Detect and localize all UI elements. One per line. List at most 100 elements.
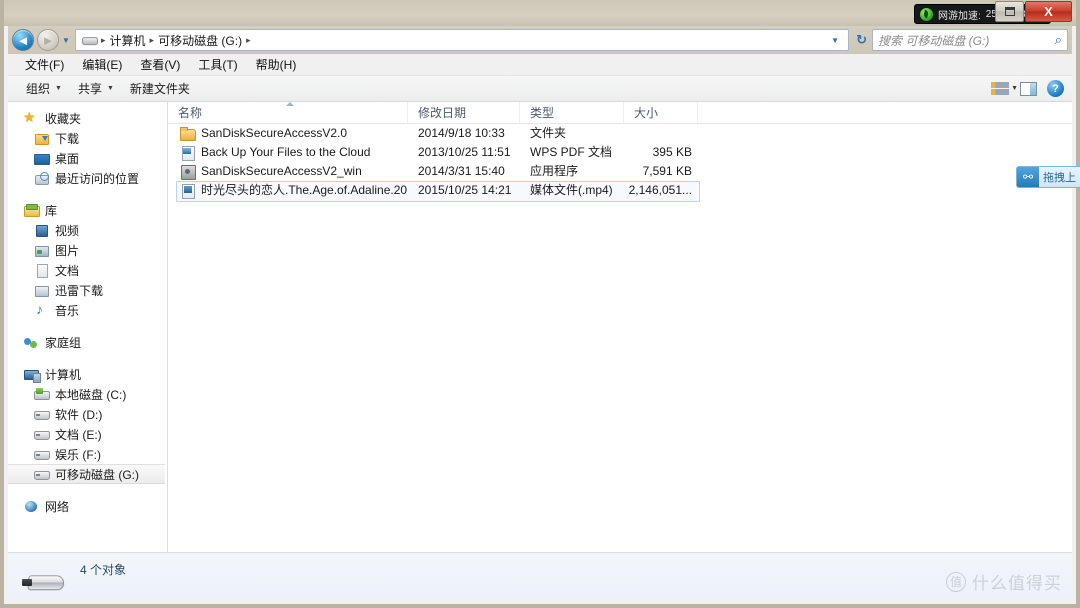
cell-date: 2014/3/31 15:40 [418, 164, 505, 178]
cell-type: WPS PDF 文档 [530, 145, 613, 159]
table-row[interactable]: SanDiskSecureAccessV2_win 2014/3/31 15:40… [168, 162, 1072, 181]
drag-upload-icon[interactable]: ⚯ [1017, 167, 1039, 187]
downloads-folder-icon [34, 131, 49, 146]
search-icon[interactable]: ⌕ [1055, 32, 1062, 48]
sidebar-group-网络[interactable]: 网络 [8, 496, 167, 516]
search-box[interactable]: 搜索 可移动磁盘 (G:) ⌕ [872, 29, 1068, 51]
table-row[interactable]: 时光尽头的恋人.The.Age.of.Adaline.20... 2015/10/… [168, 181, 1072, 202]
breadcrumb-separator-2[interactable]: ▸ [245, 35, 252, 46]
menu-item[interactable]: 查看(V) [131, 54, 189, 76]
file-name-label: SanDiskSecureAccessV2_win [201, 164, 362, 178]
column-header-类型[interactable]: 类型 [520, 102, 624, 123]
close-button[interactable]: X [1025, 1, 1072, 22]
file-name-label: SanDiskSecureAccessV2.0 [201, 126, 348, 140]
sidebar-item-可移动磁盘 (G:)[interactable]: 可移动磁盘 (G:) [8, 464, 165, 484]
help-icon[interactable]: ? [1047, 80, 1064, 97]
breadcrumb-item-computer[interactable]: 计算机 [107, 32, 149, 49]
sidebar-item-文档 (E:)[interactable]: 文档 (E:) [8, 424, 167, 444]
sidebar-item-label: 软件 (D:) [55, 407, 103, 422]
breadcrumb-item-removable-disk[interactable]: 可移动磁盘 (G:) [155, 32, 245, 49]
share-label: 共享 [77, 82, 102, 96]
explorer-window: 网游加速: 25.78MB ✔ X ◄ ► ▼ ▸ 计算机 ▸ 可移动磁盘 (G… [0, 0, 1080, 608]
column-header-修改日期[interactable]: 修改日期 [408, 102, 520, 123]
restore-icon [1004, 7, 1015, 16]
pdf-document-icon [180, 145, 195, 161]
sidebar-item-音乐[interactable]: 音乐 [8, 300, 167, 320]
cell-name[interactable]: SanDiskSecureAccessV2_win [168, 162, 408, 181]
file-name-label: Back Up Your Files to the Cloud [201, 145, 371, 159]
cell-type: 应用程序 [530, 164, 579, 178]
sort-ascending-icon [286, 102, 294, 106]
sidebar-item-label: 图片 [55, 243, 80, 258]
chevron-down-icon[interactable]: ▼ [829, 36, 845, 45]
sidebar-group-收藏夹[interactable]: 收藏夹 [8, 108, 167, 128]
table-row[interactable]: Back Up Your Files to the Cloud 2013/10/2… [168, 143, 1072, 162]
sidebar-item-label: 本地磁盘 (C:) [55, 387, 127, 402]
sidebar-group-label: 网络 [45, 499, 70, 514]
desktop-icon [34, 151, 50, 166]
organize-button[interactable]: 组织 ▼ [18, 80, 70, 97]
organize-label: 组织 [26, 82, 51, 96]
column-header-大小[interactable]: 大小 [624, 102, 698, 123]
sidebar-group-计算机[interactable]: 计算机 [8, 364, 167, 384]
chevron-down-icon: ▼ [106, 85, 114, 92]
history-dropdown-icon[interactable]: ▼ [59, 29, 73, 51]
cell-name[interactable]: Back Up Your Files to the Cloud [168, 143, 408, 162]
address-bar: ◄ ► ▼ ▸ 计算机 ▸ 可移动磁盘 (G:) ▸ ▼ ↻ 搜索 可移动磁盘 … [8, 26, 1072, 54]
folder-icon [180, 126, 196, 141]
sidebar-item-视频[interactable]: 视频 [8, 220, 167, 240]
refresh-button[interactable]: ↻ [851, 32, 872, 48]
menu-item[interactable]: 文件(F) [16, 54, 73, 76]
watermark: 值 什么值得买 [946, 569, 1062, 594]
column-header-filler[interactable] [698, 102, 1072, 123]
restore-button[interactable] [995, 1, 1024, 22]
sidebar-item-图片[interactable]: 图片 [8, 240, 167, 260]
cell-date: 2014/9/18 10:33 [418, 126, 505, 140]
drag-upload-widget[interactable]: ⚯ 拖拽上 [1016, 166, 1080, 188]
drive-icon [34, 407, 50, 422]
sidebar-item-娱乐 (F:)[interactable]: 娱乐 (F:) [8, 444, 167, 464]
music-icon [34, 301, 49, 318]
sidebar-item-桌面[interactable]: 桌面 [8, 148, 167, 168]
sidebar-group-label: 库 [45, 203, 58, 218]
new-folder-button[interactable]: 新建文件夹 [122, 80, 198, 97]
navigation-pane[interactable]: 收藏夹下载桌面最近访问的位置库视频图片文档迅雷下载音乐家庭组计算机本地磁盘 (C… [8, 102, 168, 552]
menu-item[interactable]: 帮助(H) [247, 54, 306, 76]
library-icon [24, 203, 40, 218]
sidebar-group-家庭组[interactable]: 家庭组 [8, 332, 167, 352]
videos-icon [34, 223, 49, 238]
recent-places-icon [34, 171, 49, 186]
view-mode-icon[interactable] [991, 81, 1010, 96]
sidebar-item-label: 音乐 [55, 303, 80, 318]
back-button[interactable]: ◄ [12, 29, 34, 51]
cell-name[interactable]: SanDiskSecureAccessV2.0 [168, 124, 408, 143]
search-input[interactable]: 搜索 可移动磁盘 (G:) [878, 32, 1055, 49]
sidebar-item-软件 (D:)[interactable]: 软件 (D:) [8, 404, 167, 424]
sidebar-item-label: 娱乐 (F:) [55, 447, 101, 462]
forward-button[interactable]: ► [37, 29, 59, 51]
sidebar-item-label: 文档 (E:) [55, 427, 102, 442]
file-list-pane[interactable]: 名称 修改日期 类型 大小 SanDiskSecureAccessV2.0 2014/9… [168, 102, 1072, 552]
sidebar-item-下载[interactable]: 下载 [8, 128, 167, 148]
sidebar-item-迅雷下载[interactable]: 迅雷下载 [8, 280, 167, 300]
menu-item[interactable]: 编辑(E) [73, 54, 131, 76]
homegroup-icon [24, 335, 39, 350]
cell-name[interactable]: 时光尽头的恋人.The.Age.of.Adaline.20... [168, 181, 408, 200]
cell-size: 395 KB [652, 145, 692, 159]
share-button[interactable]: 共享 ▼ [70, 80, 122, 97]
documents-icon [34, 263, 49, 278]
preview-pane-icon[interactable] [1020, 81, 1037, 96]
sidebar-item-label: 视频 [55, 223, 80, 238]
menu-item[interactable]: 工具(T) [189, 54, 246, 76]
view-mode-chevron-down-icon[interactable]: ▼ [1011, 85, 1018, 92]
breadcrumb[interactable]: ▸ 计算机 ▸ 可移动磁盘 (G:) ▸ ▼ [75, 29, 850, 51]
removable-drive-icon [34, 467, 50, 482]
sidebar-item-本地磁盘 (C:)[interactable]: 本地磁盘 (C:) [8, 384, 167, 404]
sidebar-group-库[interactable]: 库 [8, 200, 167, 220]
sidebar-item-最近访问的位置[interactable]: 最近访问的位置 [8, 168, 167, 188]
screen: 700 35 8 JU×人人网 | 中心主页×我的优酷视频 中心×post.sm… [0, 0, 1080, 608]
table-row[interactable]: SanDiskSecureAccessV2.0 2014/9/18 10:33 文件… [168, 124, 1072, 143]
sidebar-item-文档[interactable]: 文档 [8, 260, 167, 280]
